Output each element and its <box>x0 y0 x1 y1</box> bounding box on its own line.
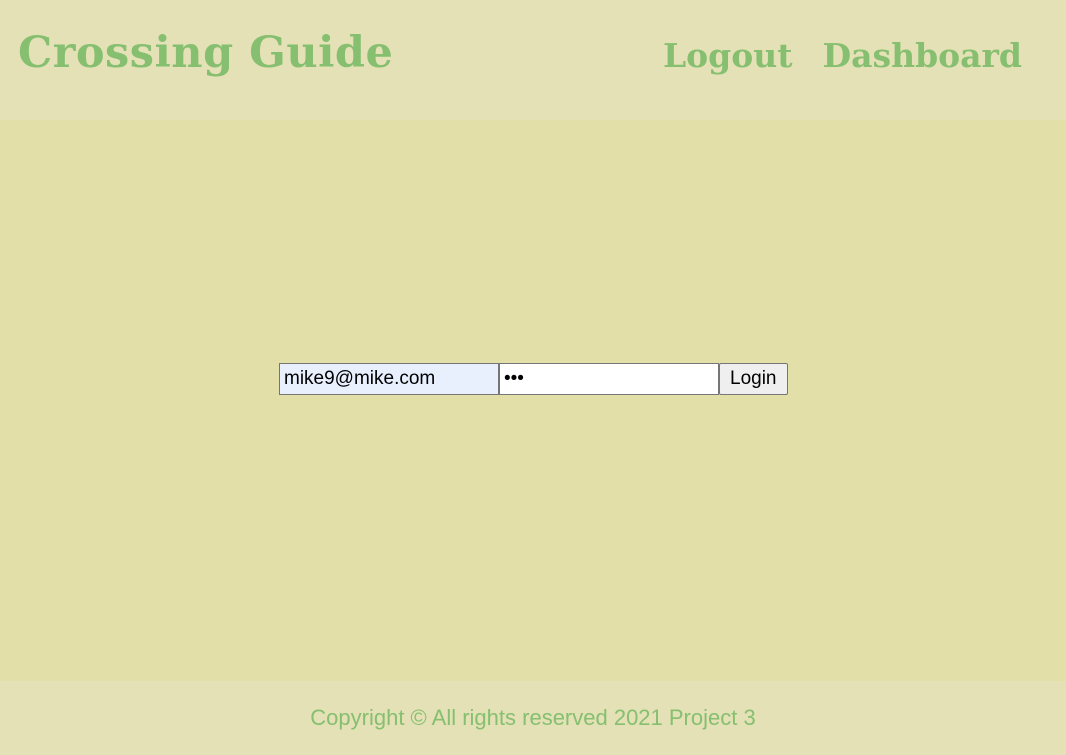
main-content: Login <box>0 120 1066 681</box>
login-button[interactable]: Login <box>719 363 788 395</box>
password-field[interactable] <box>499 363 719 395</box>
site-footer: Copyright © All rights reserved 2021 Pro… <box>0 681 1066 755</box>
dashboard-link[interactable]: Dashboard <box>823 37 1023 74</box>
logout-link[interactable]: Logout <box>663 37 793 74</box>
email-field[interactable] <box>279 363 499 395</box>
copyright-text: Copyright © All rights reserved 2021 Pro… <box>310 705 756 730</box>
site-header: Crossing Guide Logout Dashboard <box>0 0 1066 120</box>
main-nav: Logout Dashboard <box>663 37 1023 74</box>
login-form: Login <box>279 363 788 395</box>
site-title: Crossing Guide <box>18 28 394 78</box>
